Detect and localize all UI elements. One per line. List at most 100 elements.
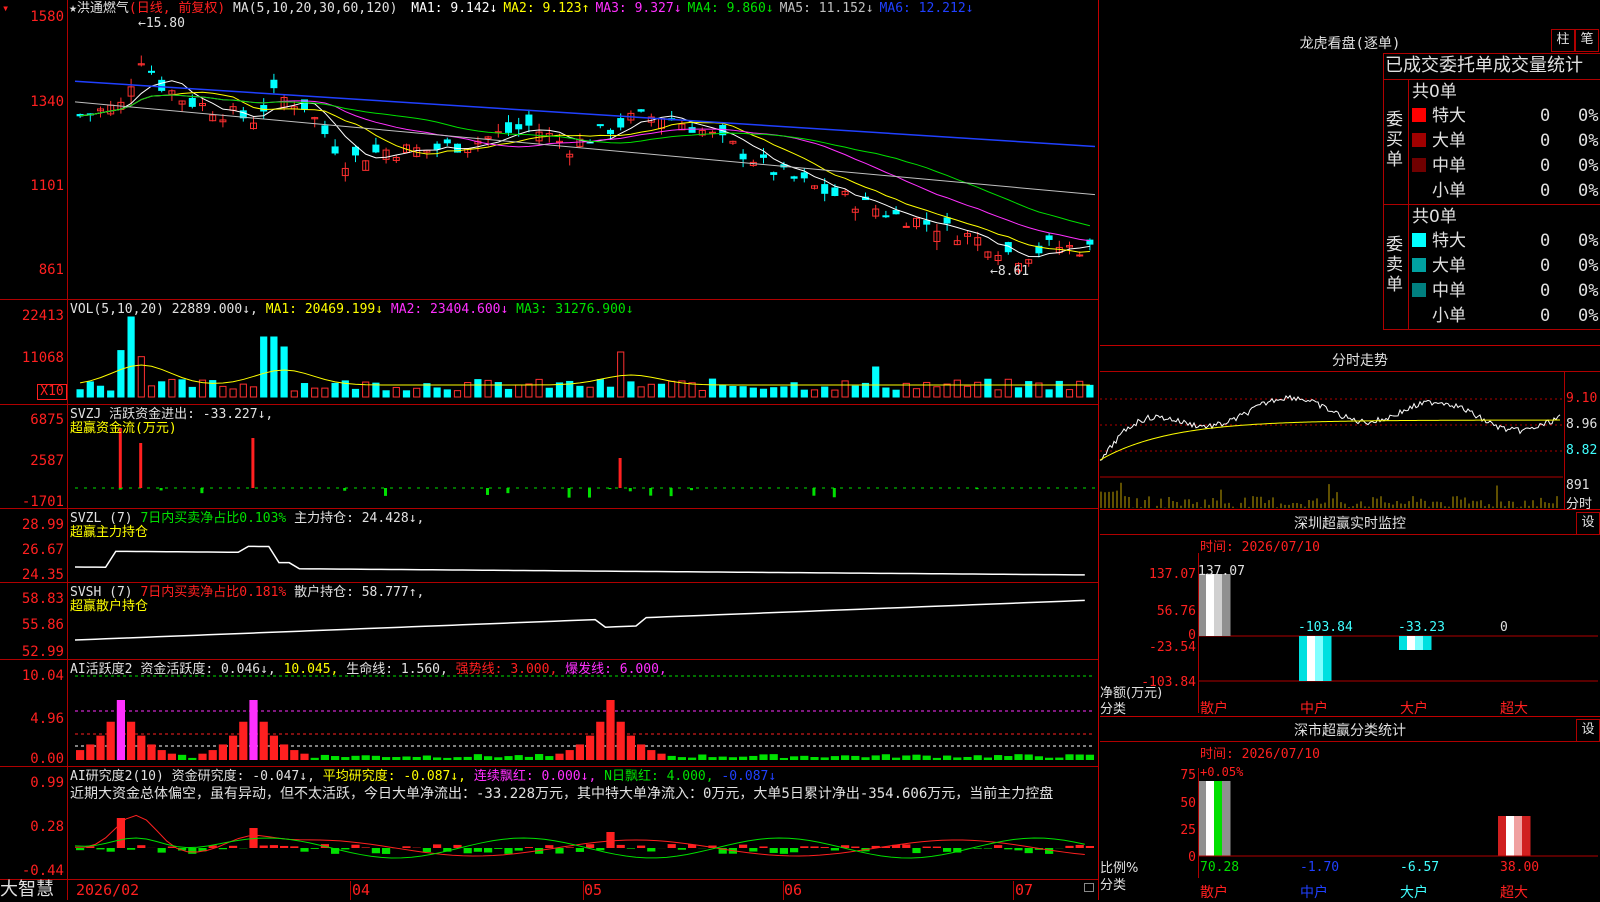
volume-bar [1046,390,1052,397]
ai2-bar [158,848,166,853]
kline-chart-canvas[interactable] [0,0,1100,900]
row-label: 特大 [1432,106,1466,126]
y-label-svzl-1: 28.99 [0,518,64,532]
ai1-bar [606,700,614,760]
volume-bar [760,389,766,397]
volume-bar [383,391,389,397]
candle-body [332,147,338,153]
vol-ma-line [80,365,1090,385]
ai1-bar [963,757,971,760]
bar-mode-button[interactable]: 柱 [1551,29,1575,52]
color-swatch [1412,308,1426,322]
ai1-bar [647,750,655,760]
ai2-bar [637,846,645,848]
ai1-bar [892,758,900,760]
ai1-bar [637,744,645,760]
ai1-bar [474,754,482,760]
y-label-svzj-1: 6875 [0,413,64,427]
bar-segment [1198,781,1207,856]
ai1-bar [168,754,176,760]
volume-bar [291,391,297,397]
volume-bar [1077,381,1083,397]
ai2-bar [800,846,808,848]
ai2-bar [780,848,788,854]
app-logo[interactable]: 大智慧 [0,879,67,900]
ai2-bar [984,848,992,849]
y-label-svsh-2: 55.86 [0,618,64,632]
ai1-bar [219,744,227,760]
volume-bar [250,387,256,397]
ai1-bar [780,758,788,760]
x-label-jun: 06 [784,881,802,899]
candle-body [353,147,359,155]
ai1-bar [657,754,665,760]
ai1-bar [423,756,431,760]
volume-bar [230,389,236,397]
y-label-ai2-3: -0.44 [0,864,64,878]
ai1-bar [1076,755,1084,760]
ai1-bar [137,736,145,760]
ai2-bar [1065,846,1073,848]
szcls-y2: 50 [1160,796,1196,811]
sell-pct: 0% [1578,304,1598,328]
candle-body [822,185,828,194]
ai2-t5: -0.087↓ [721,769,776,784]
szcls-divider [1100,741,1600,742]
stock-name[interactable]: 洪通燃气 [77,1,129,16]
candle-body [444,140,450,143]
candle-body [710,132,716,133]
bar-segment [1214,781,1223,856]
period-label[interactable]: (日线, 前复权) [129,1,225,16]
ai2-bar [647,848,655,851]
szcls-time: 时间: 2026/07/10 [1200,743,1320,762]
volume-bar [87,382,93,397]
volume-bar [669,381,675,397]
ai1-bar [321,755,329,760]
candle-body [1077,255,1083,256]
intraday-y3: 8.82 [1566,443,1597,458]
ai2-bar [678,848,686,850]
szcls-settings-button[interactable]: 设 [1576,719,1600,742]
ai1-bar [1014,754,1022,760]
ai1-bar [668,756,676,760]
x-tick-may [583,881,584,900]
ai2-bar [290,846,298,848]
svzj-bar [139,443,142,488]
szcls-cat-label: 分类 [1100,874,1126,893]
bar-segment [1206,574,1215,636]
ai1-bar [382,757,390,760]
y-label-svzj-2: 2587 [0,454,64,468]
sell-count: 0 [1540,304,1550,328]
volume-bar [261,337,267,397]
svzj-bar [629,488,632,491]
tick-mode-button[interactable]: 笔 [1575,29,1599,52]
intraday-bottom-border [1100,509,1600,510]
volume-bar [352,389,358,397]
ai2-bar [576,848,584,852]
svzj-bar [690,488,693,490]
szcls-title: 深市超赢分类统计 [1260,720,1440,740]
bar-segment [1522,816,1531,856]
ai1-bar [515,755,523,760]
ai1-bar [739,757,747,760]
svzj-bar [568,488,571,498]
svzj-sub: 超赢资金流(万元) [70,421,177,436]
ai1-bar [76,750,84,760]
volume-bar [475,380,481,397]
ai2-bar [759,846,767,848]
ai1-bar [392,757,400,760]
lock-icon[interactable] [1084,883,1094,892]
bar-segment [1506,816,1515,856]
ai2-header: AI研究度2(10) 资金研究度: -0.047↓, 平均研究度: -0.087… [70,769,776,784]
candle-body [597,125,603,126]
sz-y1: 137.07 [1140,567,1196,582]
sz-monitor-settings-button[interactable]: 设 [1576,512,1600,535]
ai1-bar [974,755,982,760]
ai1-bar [86,744,94,760]
candle-body [159,80,165,90]
volume-bar [607,387,613,397]
ai1-bar [239,722,247,760]
sell-row: 小单 [1412,304,1466,328]
ai2-bar [912,848,920,853]
volume-bar [1015,388,1021,397]
